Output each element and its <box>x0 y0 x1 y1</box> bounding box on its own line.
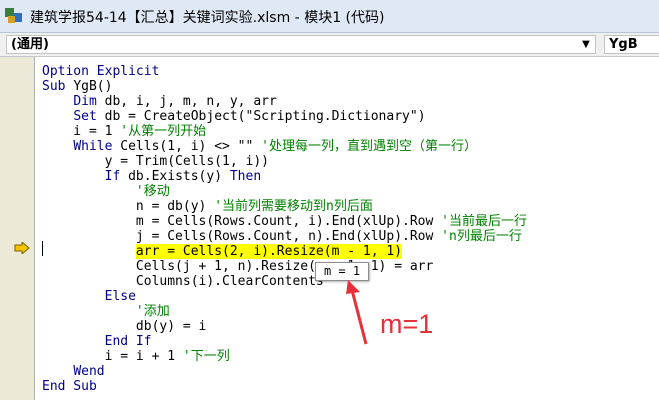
annotation-label: m=1 <box>380 309 434 339</box>
margin-indicator-bar[interactable] <box>0 57 35 400</box>
text-cursor <box>42 241 43 256</box>
code-token: m = Cells(Rows.Count, i).End(xlUp).Row <box>42 214 442 229</box>
code-line[interactable]: While Cells(1, i) <> "" '处理每一列，直到遇到空（第一行… <box>42 139 477 154</box>
code-window-toolbar: (通用) ▼ YgB <box>0 33 659 57</box>
code-comment: '处理每一列，直到遇到空（第一行） <box>261 139 477 154</box>
code-line[interactable]: db(y) = i <box>42 319 206 334</box>
code-keyword: Sub <box>42 79 74 94</box>
code-line[interactable]: Dim db, i, j, m, n, y, arr <box>42 94 277 109</box>
code-token: n = db(y) <box>42 199 215 214</box>
procedure-dropdown-value: YgB <box>609 37 638 52</box>
code-line[interactable]: Columns(i).ClearContents <box>42 274 324 289</box>
code-token: Cells(1, i) <> "" <box>112 139 262 154</box>
title-bar: 建筑学报54-14【汇总】关键词实验.xlsm - 模块1 (代码) <box>0 0 659 33</box>
annotation-arrow-icon <box>346 280 368 345</box>
code-keyword: Option Explicit <box>42 64 160 79</box>
code-keyword: Dim <box>73 94 97 109</box>
code-keyword: Then <box>229 169 262 184</box>
code-editor[interactable]: Option Explicit Sub YgB() Dim db, i, j, … <box>35 57 659 400</box>
code-keyword: Set <box>73 109 97 124</box>
code-comment: '从第一列开始 <box>120 124 207 139</box>
code-token: YgB() <box>73 79 113 94</box>
code-token: db, i, j, m, n, y, arr <box>96 94 277 109</box>
code-keyword: End If <box>104 334 152 349</box>
code-keyword: Else <box>104 289 136 304</box>
window-title: 建筑学报54-14【汇总】关键词实验.xlsm - 模块1 (代码) <box>30 10 385 26</box>
object-dropdown-value: (通用) <box>11 37 49 52</box>
code-line[interactable]: Cells(j + 1, n).Resize(m - 1, 1) = arr <box>42 259 433 274</box>
code-keyword: Wend <box>73 364 105 379</box>
code-line[interactable]: '移动 <box>42 184 170 199</box>
procedure-dropdown[interactable]: YgB <box>604 35 659 54</box>
execution-point-arrow-icon <box>14 242 30 254</box>
code-line[interactable]: Wend <box>42 364 105 379</box>
code-line[interactable]: j = Cells(Rows.Count, n).End(xlUp).Row '… <box>42 229 522 244</box>
code-token: Columns(i).ClearContents <box>42 274 324 289</box>
code-line[interactable]: m = Cells(Rows.Count, i).End(xlUp).Row '… <box>42 214 527 229</box>
code-token: y = Trim(Cells(1, i)) <box>42 154 269 169</box>
code-token: Cells(j + 1, n).Resize(m - 1, 1) = arr <box>42 259 434 274</box>
code-line[interactable]: End If <box>42 334 152 349</box>
code-comment: 'n列最后一行 <box>441 229 522 244</box>
code-keyword: If <box>104 169 121 184</box>
chevron-down-icon[interactable]: ▼ <box>579 36 593 53</box>
code-line[interactable]: If db.Exists(y) Then <box>42 169 262 184</box>
code-line[interactable]: n = db(y) '当前列需要移动到n列后面 <box>42 199 373 214</box>
code-comment: '添加 <box>135 304 170 319</box>
code-line[interactable]: Option Explicit <box>42 64 159 79</box>
code-comment: '移动 <box>135 184 170 199</box>
code-comment: '下一列 <box>182 349 230 364</box>
code-line[interactable]: Sub YgB() <box>42 79 112 94</box>
code-line[interactable]: Else <box>42 289 136 304</box>
code-comment: '当前最后一行 <box>441 214 527 229</box>
code-token: db = CreateObject("Scripting.Dictionary"… <box>96 109 426 124</box>
code-line[interactable]: arr = Cells(2, i).Resize(m - 1, 1) <box>42 244 403 259</box>
code-token: j = Cells(Rows.Count, n).End(xlUp).Row <box>42 229 442 244</box>
code-token: i = i + 1 <box>42 349 183 364</box>
code-comment: '当前列需要移动到n列后面 <box>214 199 373 214</box>
code-token: i = 1 <box>42 124 121 139</box>
code-token: db.Exists(y) <box>120 169 230 184</box>
code-line[interactable]: Set db = CreateObject("Scripting.Diction… <box>42 109 426 124</box>
object-dropdown[interactable]: (通用) ▼ <box>6 35 596 54</box>
code-line[interactable]: End Sub <box>42 379 97 394</box>
code-keyword: End Sub <box>42 379 97 394</box>
code-line[interactable]: '添加 <box>42 304 170 319</box>
code-line[interactable]: i = i + 1 '下一列 <box>42 349 230 364</box>
vba-module-icon <box>5 8 22 23</box>
code-token: db(y) = i <box>42 319 207 334</box>
code-keyword: While <box>73 139 113 154</box>
code-line[interactable]: y = Trim(Cells(1, i)) <box>42 154 269 169</box>
current-statement-highlight: arr = Cells(2, i).Resize(m - 1, 1) <box>135 244 403 259</box>
code-text[interactable]: Option Explicit Sub YgB() Dim db, i, j, … <box>42 64 527 394</box>
code-line[interactable]: i = 1 '从第一列开始 <box>42 124 206 139</box>
